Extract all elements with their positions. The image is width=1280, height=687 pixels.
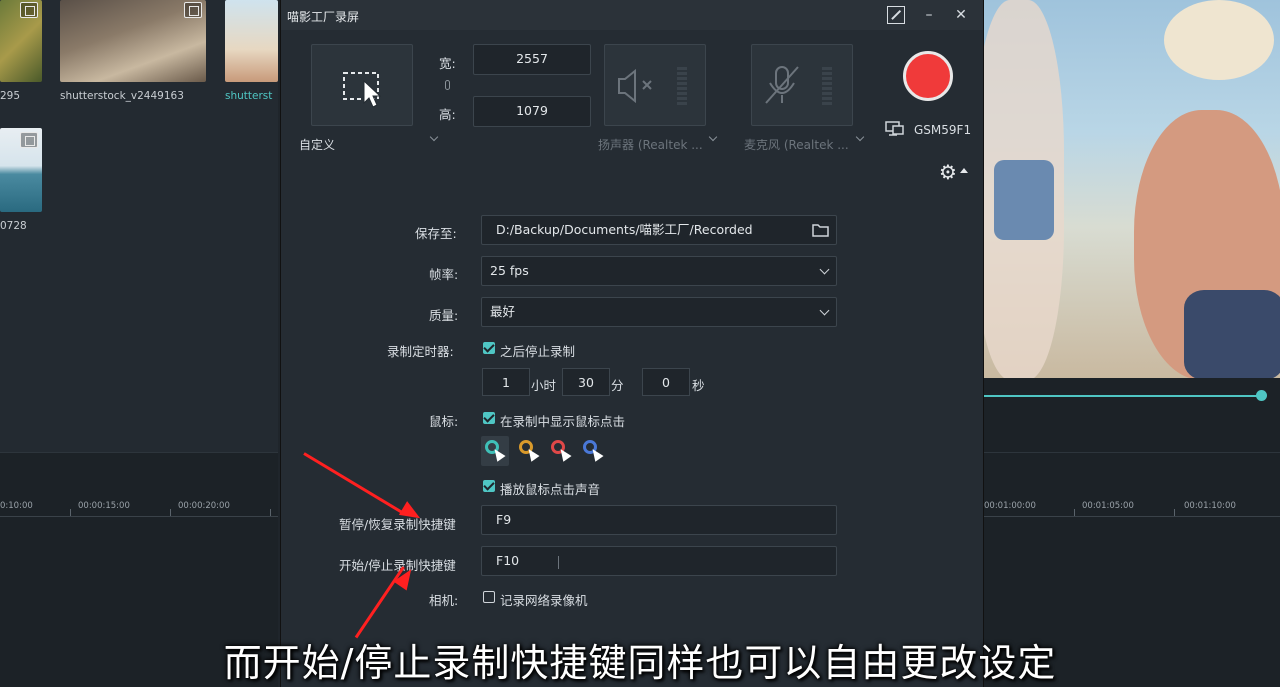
media-thumbnail[interactable] [0,0,42,82]
microphone-muted-icon [765,66,799,104]
gear-icon[interactable]: ⚙ [939,160,957,184]
height-label: 高: [439,107,456,122]
mouse-sound-checkbox[interactable] [483,480,495,492]
timer-label: 录制定时器: [387,344,454,359]
film-icon [20,132,38,148]
save-to-label: 保存至: [415,226,457,241]
media-thumbnail[interactable] [225,0,278,82]
fullscreen-button[interactable] [887,6,905,24]
video-preview [984,0,1280,378]
seconds-input[interactable]: 0 [642,368,690,396]
timer-checkbox[interactable] [483,342,495,354]
screen-recorder-dialog: 喵影工厂录屏 – ✕ 自定义 宽: 高: 2557 1079 扬声器 (Real… [280,0,984,687]
hours-input[interactable]: 1 [482,368,530,396]
film-icon [184,2,202,18]
tick-label: 00:00:20:00 [178,501,230,511]
link-icon[interactable] [445,80,450,90]
minimize-button[interactable]: – [919,5,939,25]
close-button[interactable]: ✕ [951,5,971,25]
fps-select[interactable]: 25 fps [481,256,837,286]
chevron-down-icon[interactable] [855,132,865,142]
chevron-down-icon[interactable] [429,132,439,142]
media-thumbnail[interactable] [60,0,206,82]
title-bar[interactable]: 喵影工厂录屏 – ✕ [281,0,983,30]
playhead-handle[interactable] [1256,390,1267,401]
video-subtitle: 而开始/停止录制快捷键同样也可以自由更改设定 [223,641,1057,685]
timeline-ruler[interactable]: 0:10:00 00:00:15:00 00:00:20:00 [0,493,278,517]
camera-checkbox-label: 记录网络录像机 [500,593,588,608]
camera-checkbox[interactable] [483,591,495,603]
volume-meter [822,67,832,105]
start-hotkey-input[interactable]: F10 [481,546,837,576]
volume-meter [677,67,687,105]
quality-label: 质量: [429,308,459,323]
media-label: shutterst [225,90,273,102]
media-thumbnail[interactable] [0,128,42,212]
region-preset[interactable]: 自定义 [299,136,335,153]
save-path-input[interactable]: D:/Backup/Documents/喵影工厂/Recorded [481,215,837,245]
tick-label: 00:01:10:00 [1184,501,1236,511]
caret-up-icon[interactable] [960,168,968,173]
monitor-icon [885,121,904,136]
speaker-muted-icon [618,68,652,104]
text-cursor-icon [558,556,559,569]
width-label: 宽: [439,56,456,71]
media-library-panel: 295 shutterstock_v2449163 shutterst 0728… [0,0,278,687]
cursor-style-teal[interactable] [481,436,509,466]
cursor-style-orange[interactable] [517,438,541,464]
quality-select[interactable]: 最好 [481,297,837,327]
preview-panel: 00:01:00:00 00:01:05:00 00:01:10:00 [984,0,1280,687]
fps-value: 25 fps [490,263,529,278]
timeline-ruler[interactable]: 00:01:00:00 00:01:05:00 00:01:10:00 [984,493,1280,517]
region-select-button[interactable] [311,44,413,126]
monitor-label[interactable]: GSM59F1 [914,123,971,137]
tick-label: 00:01:00:00 [984,501,1036,511]
film-icon [20,2,38,18]
mouse-click-checkbox[interactable] [483,412,495,424]
camera-label: 相机: [429,593,459,608]
mouse-click-checkbox-label: 在录制中显示鼠标点击 [500,414,626,429]
tick-label: 00:01:05:00 [1082,501,1134,511]
tick-label: 00:00:15:00 [78,501,130,511]
pause-hotkey-input[interactable]: F9 [481,505,837,535]
mouse-label: 鼠标: [429,414,459,429]
dialog-title: 喵影工厂录屏 [287,10,360,24]
chevron-down-icon [819,264,830,275]
microphone-device[interactable]: 麦克风 (Realtek ... [744,136,849,153]
pause-hotkey-label: 暂停/恢复录制快捷键 [339,517,456,532]
record-button[interactable] [903,51,953,101]
quality-value: 最好 [490,304,516,319]
cursor-style-red[interactable] [549,438,573,464]
fps-label: 帧率: [429,267,459,282]
media-label: shutterstock_v2449163 [60,90,184,102]
media-label: 0728 [0,220,27,232]
width-input[interactable]: 2557 [473,44,591,75]
folder-icon[interactable] [812,223,829,237]
media-label: 295 [0,90,21,102]
chevron-down-icon [819,305,830,316]
speaker-device[interactable]: 扬声器 (Realtek ... [598,136,703,153]
seconds-unit: 秒 [692,378,705,393]
timer-checkbox-label: 之后停止录制 [500,344,576,359]
hours-unit: 小时 [531,378,557,393]
height-input[interactable]: 1079 [473,96,591,127]
microphone-button[interactable] [751,44,853,126]
playback-progress[interactable] [984,395,1266,397]
speaker-button[interactable] [604,44,706,126]
tick-label: 0:10:00 [0,501,33,511]
region-select-icon [343,72,382,108]
chevron-down-icon[interactable] [708,132,718,142]
mouse-sound-checkbox-label: 播放鼠标点击声音 [500,482,601,497]
cursor-style-blue[interactable] [581,438,605,464]
minutes-unit: 分 [611,378,624,393]
minutes-input[interactable]: 30 [562,368,610,396]
